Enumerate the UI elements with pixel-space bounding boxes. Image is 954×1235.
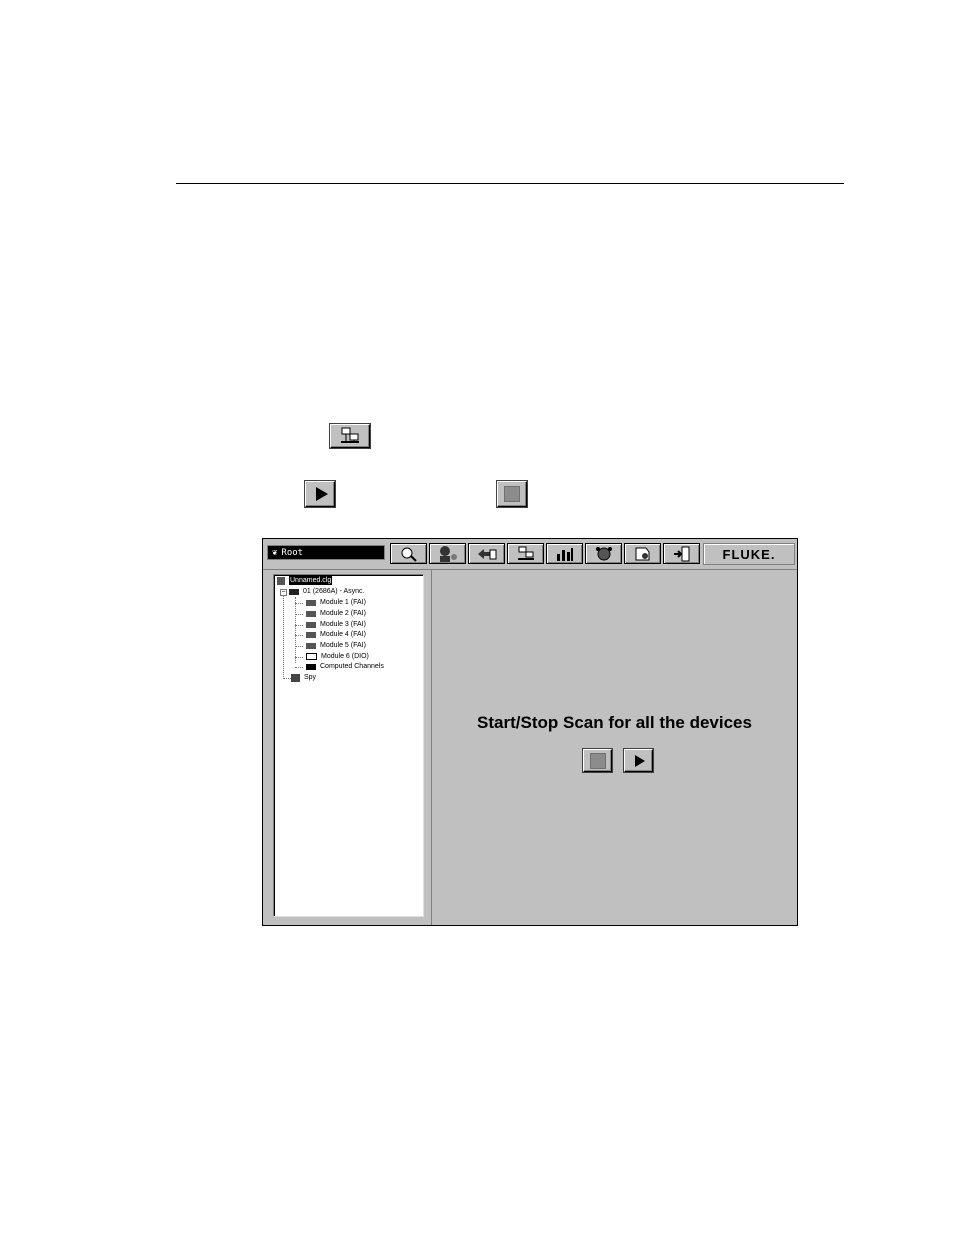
root-selector[interactable]: ❦ Root: [267, 545, 385, 560]
collapse-toggle[interactable]: −: [280, 589, 287, 596]
module-label: Module 6 (DIO): [321, 653, 369, 660]
toolbar-alarm-button[interactable]: [585, 543, 622, 564]
network-devices-icon: [517, 546, 534, 560]
tree-module[interactable]: Module 2 (FAI): [306, 609, 366, 618]
tree-connector: [283, 678, 291, 679]
spy-icon: [291, 673, 300, 682]
module-label: Module 1 (FAI): [320, 599, 366, 606]
tree-connector: [295, 597, 296, 663]
logger-window: ❦ Root FLUKE. − Unnamed.clg 01 (2686A) -…: [262, 538, 798, 926]
tree-device-label: 01 (2686A) - Async.: [303, 588, 365, 595]
exit-icon: [673, 546, 689, 561]
tree-computed[interactable]: Computed Channels: [306, 662, 384, 671]
toolbar-transfer-button[interactable]: [468, 543, 505, 564]
toolbar-search-button[interactable]: [390, 543, 427, 564]
module-icon: [306, 631, 316, 638]
module-icon: [306, 599, 316, 606]
play-icon: [635, 754, 645, 767]
toolbar-exit-button[interactable]: [663, 543, 700, 564]
tree-root[interactable]: Unnamed.clg: [277, 576, 333, 585]
tree-root-label: Unnamed.clg: [289, 576, 333, 585]
root-label: Root: [281, 548, 304, 558]
network-devices-icon: [341, 427, 359, 443]
log-icon: [635, 547, 649, 560]
fluke-logo: FLUKE.: [703, 543, 795, 565]
tree-connector: [283, 589, 284, 679]
stop-scan-button[interactable]: [583, 749, 612, 772]
tree-connector: [295, 625, 303, 626]
header-rule: [176, 183, 844, 184]
toolbar: ❦ Root FLUKE.: [263, 539, 797, 570]
tree-connector: [295, 646, 303, 647]
stop-icon: [589, 752, 606, 769]
tree-module[interactable]: Module 6 (DIO): [306, 652, 369, 661]
calculator-icon: [306, 663, 316, 670]
instrument-icon: [289, 588, 299, 595]
magnifier-icon: [401, 547, 417, 562]
scan-title: Start/Stop Scan for all the devices: [477, 713, 752, 732]
tree-connector: [295, 635, 303, 636]
spy-label: Spy: [304, 674, 317, 681]
chart-icon: [556, 547, 573, 561]
toolbar-hardware-button[interactable]: [507, 543, 544, 564]
tree-pane: − Unnamed.clg 01 (2686A) - Async. Module…: [263, 570, 432, 925]
toolbar-chart-button[interactable]: [546, 543, 583, 564]
scan-pane: Start/Stop Scan for all the devices: [432, 570, 797, 925]
alarm-icon: [595, 546, 612, 560]
module-icon: [306, 610, 316, 617]
io-icon: [306, 653, 317, 660]
tree-connector: [295, 614, 303, 615]
toolbar-log-button[interactable]: [624, 543, 661, 564]
module-label: Module 3 (FAI): [320, 621, 366, 628]
device-tree[interactable]: − Unnamed.clg 01 (2686A) - Async. Module…: [273, 574, 424, 917]
hardware-button[interactable]: [330, 424, 370, 448]
play-button-illustration[interactable]: [305, 481, 335, 507]
module-icon: [306, 642, 316, 649]
stop-button-illustration[interactable]: [497, 481, 527, 507]
tree-connector: [295, 603, 303, 604]
toolbar-user-button[interactable]: [429, 543, 466, 564]
module-icon: [306, 621, 316, 628]
transfer-icon: [477, 548, 496, 559]
tree-connector: [295, 657, 303, 658]
computed-label: Computed Channels: [320, 663, 384, 670]
user-config-icon: [439, 545, 457, 562]
tree-module[interactable]: Module 1 (FAI): [306, 598, 366, 607]
tree-connector: [295, 667, 303, 668]
tree-module[interactable]: Module 3 (FAI): [306, 620, 366, 629]
tree-module[interactable]: Module 5 (FAI): [306, 641, 366, 650]
play-icon: [315, 487, 328, 501]
module-label: Module 2 (FAI): [320, 610, 366, 617]
stop-icon: [504, 486, 520, 502]
tree-device[interactable]: 01 (2686A) - Async.: [289, 587, 364, 596]
computer-icon: [277, 576, 285, 585]
root-icon: ❦: [272, 548, 278, 558]
module-label: Module 5 (FAI): [320, 642, 366, 649]
tree-spy[interactable]: Spy: [291, 673, 316, 682]
start-scan-button[interactable]: [624, 749, 653, 772]
module-label: Module 4 (FAI): [320, 631, 366, 638]
tree-module[interactable]: Module 4 (FAI): [306, 630, 366, 639]
